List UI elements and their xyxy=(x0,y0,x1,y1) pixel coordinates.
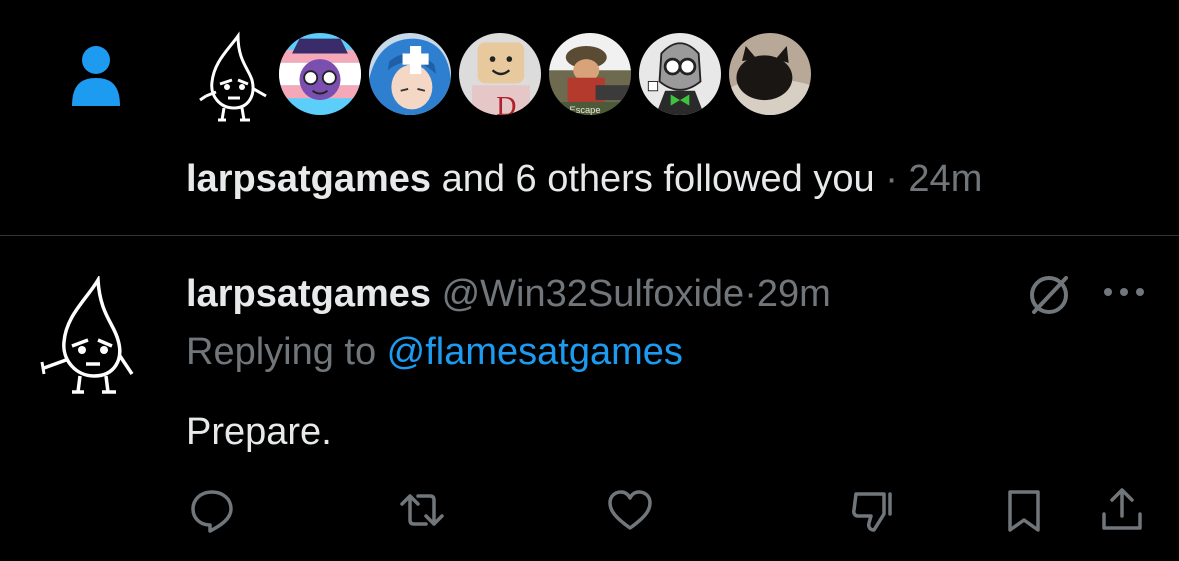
reply-tweet[interactable]: larpsatgames @Win32Sulfoxide·29m Replyin… xyxy=(0,236,1179,561)
tweet-time[interactable]: 29m xyxy=(757,273,831,315)
like-button[interactable] xyxy=(606,486,654,534)
tweet-header: larpsatgames @Win32Sulfoxide·29m xyxy=(186,270,831,318)
flame-doodle-icon xyxy=(199,31,267,122)
svg-text:D: D xyxy=(496,91,516,115)
retweet-button[interactable] xyxy=(398,486,446,534)
replying-prefix: Replying to xyxy=(186,331,387,373)
avatar[interactable] xyxy=(366,30,454,118)
notification-time: 24m xyxy=(908,158,983,200)
flame-avatar-icon[interactable] xyxy=(36,276,140,396)
bookmark-button[interactable] xyxy=(1000,486,1048,534)
share-button[interactable] xyxy=(1098,486,1146,534)
avatar[interactable]: Escape xyxy=(546,30,634,118)
dislike-button[interactable] xyxy=(850,486,898,534)
user-handle[interactable]: @Win32Sulfoxide xyxy=(442,273,745,315)
retweet-icon xyxy=(400,494,444,526)
display-name[interactable]: larpsatgames xyxy=(186,273,431,315)
reply-button[interactable] xyxy=(188,486,236,534)
avatar[interactable] xyxy=(726,30,814,118)
avatar[interactable]: D xyxy=(456,30,544,118)
dislike-icon xyxy=(852,492,892,532)
separator-dot: · xyxy=(744,273,757,315)
person-icon xyxy=(72,46,120,106)
follower-name[interactable]: larpsatgames xyxy=(186,158,431,200)
more-options-icon[interactable] xyxy=(1098,272,1150,312)
avatar[interactable] xyxy=(276,30,364,118)
share-icon xyxy=(1102,488,1142,530)
tweet-text: Prepare. xyxy=(186,411,332,453)
avatar[interactable] xyxy=(636,30,724,118)
follow-notification[interactable]: D Escape larpsatgames and 6 others follo… xyxy=(0,0,1179,236)
bookmark-icon xyxy=(1008,490,1040,532)
no-sign-icon[interactable] xyxy=(1024,270,1074,320)
like-icon xyxy=(608,490,652,530)
mention-link[interactable]: @flamesatgames xyxy=(387,331,683,373)
separator-dot: · xyxy=(874,158,909,200)
svg-text:Escape: Escape xyxy=(570,105,601,115)
avatar[interactable] xyxy=(190,30,272,126)
reply-icon xyxy=(191,490,233,533)
replying-to: Replying to @flamesatgames xyxy=(186,328,683,376)
follow-notification-text: larpsatgames and 6 others followed you ·… xyxy=(186,155,982,203)
follow-message: and 6 others followed you xyxy=(431,158,875,200)
